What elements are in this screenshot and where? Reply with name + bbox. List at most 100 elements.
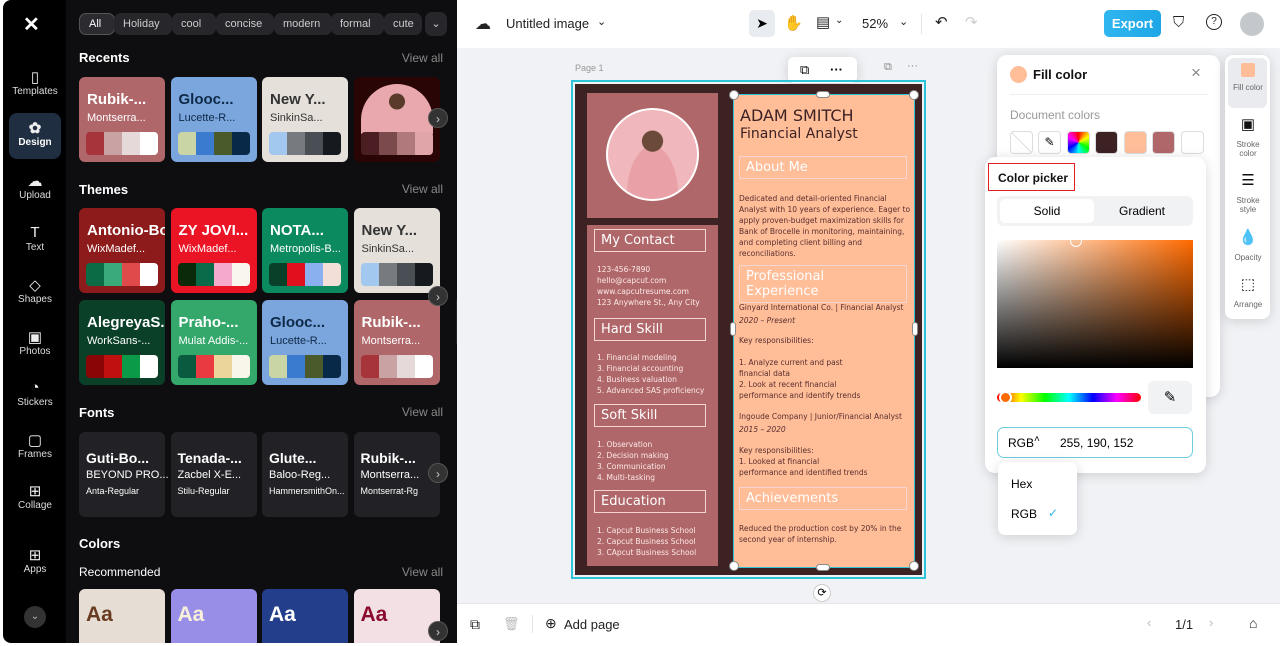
color-palette-card[interactable]: Aa [170, 589, 257, 643]
color-palette-card[interactable]: Aa [353, 589, 440, 643]
filter-chip[interactable]: modern [274, 13, 332, 35]
style-card[interactable]: Praho-... Mulat Addis-... [170, 300, 257, 385]
mode-option-rgb[interactable]: RGB [1011, 507, 1037, 521]
nav-upload[interactable]: ☁ Upload [9, 166, 61, 212]
no-color-swatch[interactable] [1010, 131, 1033, 154]
nav-templates[interactable]: ▯ Templates [9, 62, 61, 108]
tool-opacity[interactable]: 💧 Opacity [1229, 230, 1267, 262]
color-mode-select[interactable]: RGB [1008, 436, 1034, 450]
style-card[interactable] [353, 77, 440, 162]
color-swatch[interactable] [1181, 131, 1204, 154]
font-card[interactable]: Rubik-... Montserra... Montserrat-Rg [353, 432, 440, 517]
tool-stroke-style[interactable]: ☰ Stroke style [1229, 173, 1267, 214]
close-icon[interactable]: × [1191, 63, 1201, 83]
nav-photos[interactable]: ▣ Photos [9, 322, 61, 368]
themes-next-arrow-icon[interactable]: › [428, 286, 448, 306]
tool-stroke-color[interactable]: ▣ Stroke color [1229, 117, 1267, 158]
style-card[interactable]: AlegreyaS... WorkSans-... [79, 300, 165, 385]
style-card[interactable]: Glooc... Lucette-R... [262, 300, 348, 385]
resize-handle-bl[interactable] [729, 561, 739, 571]
font-card[interactable]: Tenada-... Zacbel X-E... Stilu-Regular [170, 432, 257, 517]
more-chevron-down-icon[interactable]: ⌄ [24, 606, 46, 628]
resize-handle-bottom[interactable] [816, 564, 830, 571]
nav-stickers[interactable]: ◔ Stickers [9, 373, 61, 419]
font-card[interactable]: Guti-Bo... BEYOND PRO... Anta-Regular [79, 432, 169, 517]
cloud-saved-icon[interactable]: ☁ [475, 14, 491, 34]
recents-next-arrow-icon[interactable]: › [428, 108, 448, 128]
resize-handle-left[interactable] [730, 322, 736, 336]
help-icon[interactable]: ? [1206, 14, 1222, 30]
style-card[interactable]: Rubik-... Montserra... [79, 77, 165, 162]
shield-check-icon[interactable]: ⛉ [1173, 14, 1184, 31]
colors-view-all[interactable]: View all [402, 565, 443, 579]
layout-chevron-icon[interactable]: ⌄ [835, 15, 843, 26]
page-overview-icon[interactable]: ⧉ [470, 616, 480, 633]
nav-frames[interactable]: ▢ Frames [9, 425, 61, 471]
font-card[interactable]: Glute... Baloo-Reg... HammersmithOn... [262, 432, 348, 517]
duplicate-page-icon[interactable]: ⧉ [884, 61, 892, 74]
resize-handle-tr[interactable] [909, 90, 919, 100]
style-card[interactable]: Antonio-Bold WixMadef... [79, 208, 165, 293]
zoom-chevron-icon[interactable]: ⌄ [899, 15, 908, 28]
document-title[interactable]: Untitled image [506, 16, 589, 31]
resize-handle-br[interactable] [909, 561, 919, 571]
style-card[interactable]: Rubik-... Montserra... [353, 300, 440, 385]
mode-option-hex[interactable]: Hex [1011, 477, 1032, 491]
filter-chip[interactable]: formal [331, 13, 384, 35]
layers-icon[interactable]: ⌂ [1249, 615, 1257, 631]
color-palette-card[interactable]: Aa [262, 589, 348, 643]
eyedropper-icon[interactable]: ✎ [1038, 131, 1061, 154]
fonts-next-arrow-icon[interactable]: › [428, 463, 448, 483]
nav-text[interactable]: T Text [9, 218, 61, 264]
rgb-value[interactable]: 255, 190, 152 [1060, 436, 1133, 450]
nav-design[interactable]: ✿ Design [9, 113, 61, 159]
right-column-selected[interactable]: ADAM SMITCH Financial Analyst About Me D… [733, 94, 915, 568]
colors-next-arrow-icon[interactable]: › [428, 621, 448, 641]
tool-fill-color[interactable]: Fill color [1229, 63, 1267, 92]
filter-chip[interactable]: cool [172, 13, 216, 35]
select-pointer-icon[interactable]: ➤ [749, 10, 775, 37]
gradient-tab[interactable]: Gradient [1095, 199, 1189, 223]
filter-chip[interactable]: Holiday [114, 13, 172, 35]
color-cursor[interactable] [1070, 235, 1082, 247]
capcut-logo-icon[interactable]: ✕ [23, 12, 40, 37]
add-page-icon[interactable]: ⊕ [545, 615, 557, 632]
solid-tab[interactable]: Solid [1000, 199, 1094, 223]
filter-chip[interactable]: cute [384, 13, 422, 35]
undo-icon[interactable]: ↶ [935, 13, 948, 31]
style-card[interactable]: New Y... SinkinSa... [262, 77, 348, 162]
layout-icon[interactable]: ▤ [816, 13, 830, 31]
zoom-level[interactable]: 52% [862, 16, 888, 31]
page-more-icon[interactable]: ··· [907, 60, 918, 72]
nav-shapes[interactable]: ◇ Shapes [9, 270, 61, 316]
nav-collage[interactable]: ⊞ Collage [9, 476, 61, 522]
tool-arrange[interactable]: ⬚ Arrange [1229, 277, 1267, 309]
hand-pan-icon[interactable]: ✋ [784, 14, 803, 32]
resize-handle-right[interactable] [912, 322, 918, 336]
style-card[interactable]: ZY JOVI... WixMadef... [170, 208, 257, 293]
fonts-view-all[interactable]: View all [402, 405, 443, 419]
add-page-button[interactable]: Add page [564, 617, 620, 632]
saturation-value-area[interactable] [997, 235, 1193, 368]
rotate-icon[interactable]: ⟳ [813, 584, 831, 602]
color-swatch[interactable] [1152, 131, 1175, 154]
avatar[interactable] [1240, 12, 1264, 36]
filter-chip[interactable]: concise [216, 13, 274, 35]
export-button[interactable]: Export [1104, 10, 1161, 37]
filter-chip[interactable]: All [79, 13, 115, 35]
chips-expand-chevron-icon[interactable]: ⌄ [425, 12, 447, 36]
style-card[interactable]: Glooc... Lucette-R... [170, 77, 257, 162]
resize-handle-top[interactable] [816, 91, 830, 98]
themes-view-all[interactable]: View all [402, 182, 443, 196]
resume-page[interactable]: My Contact 123-456-7890 hello@capcut.com… [571, 80, 926, 579]
hue-slider[interactable] [997, 391, 1141, 404]
color-value-input[interactable]: RGB ˄ 255, 190, 152 [997, 427, 1193, 458]
nav-apps[interactable]: ⊞ Apps [9, 540, 61, 586]
picker-eyedropper-icon[interactable]: ✎ [1148, 381, 1192, 414]
title-chevron-down-icon[interactable]: ⌄ [597, 15, 606, 28]
style-card[interactable]: New Y... SinkinSa... [353, 208, 440, 293]
resize-handle-tl[interactable] [729, 90, 739, 100]
color-palette-card[interactable]: Aa [79, 589, 165, 643]
color-swatch[interactable] [1095, 131, 1118, 154]
rainbow-swatch[interactable] [1067, 131, 1090, 154]
